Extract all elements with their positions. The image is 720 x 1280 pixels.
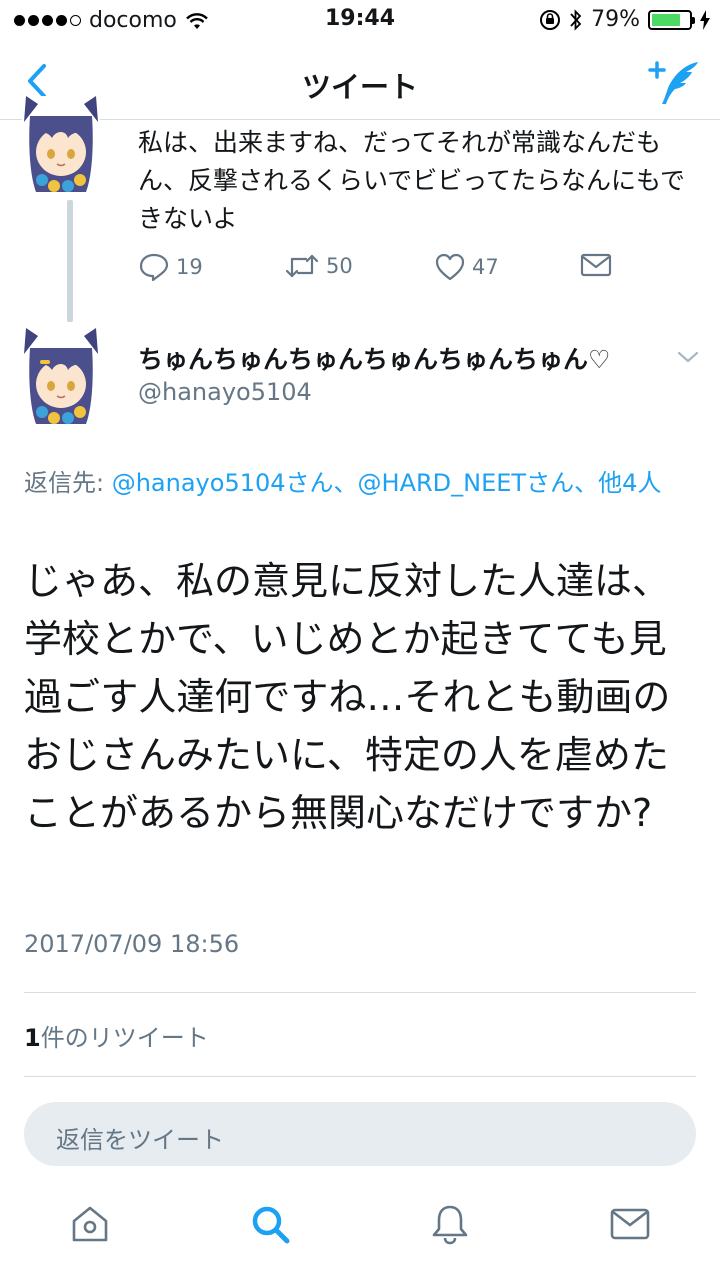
tab-bar xyxy=(0,1184,720,1280)
tweet-options-button[interactable] xyxy=(676,348,700,366)
search-icon xyxy=(252,1206,290,1244)
previous-tweet-avatar[interactable] xyxy=(22,96,100,196)
envelope-icon xyxy=(580,253,612,277)
reply-count: 19 xyxy=(176,255,203,279)
reply-button[interactable]: 19 xyxy=(138,252,203,282)
status-right: 79% xyxy=(539,7,710,32)
messages-icon xyxy=(610,1208,650,1240)
like-button[interactable]: 47 xyxy=(434,252,499,282)
reply-to-line: 返信先: @hanayo5104さん、@HARD_NEETさん、他4人 xyxy=(24,464,694,502)
compose-tweet-icon xyxy=(648,61,698,104)
tab-notifications[interactable] xyxy=(428,1202,472,1246)
battery-level xyxy=(652,13,681,26)
retweet-count-link[interactable]: 1件のリツイート xyxy=(24,1018,209,1053)
reply-to-others-link[interactable]: 、他4人 xyxy=(574,469,661,497)
author-handle[interactable]: @hanayo5104 xyxy=(138,378,312,406)
author-display-name[interactable]: ちゅんちゅんちゅんちゅんちゅんちゅん♡ xyxy=(138,340,610,376)
divider xyxy=(24,1076,696,1077)
status-bar: docomo 19:44 79% xyxy=(0,0,720,40)
heart-icon xyxy=(435,253,465,281)
page-title: ツイート xyxy=(301,70,418,104)
charging-icon xyxy=(700,9,710,30)
reply-to-user-link[interactable]: @hanayo5104さん xyxy=(112,469,334,497)
chevron-down-icon xyxy=(677,351,699,363)
reply-input[interactable]: 返信をツイート xyxy=(24,1102,696,1166)
battery-percent: 79% xyxy=(591,7,640,32)
retweet-button[interactable]: 50 xyxy=(284,252,353,280)
previous-tweet-text: 私は、出来ますね、だってそれが常識なんだもん、反撃されるくらいでビビってたらなん… xyxy=(138,128,686,233)
home-icon xyxy=(72,1206,108,1242)
reply-to-user-link[interactable]: @HARD_NEETさん xyxy=(358,469,575,497)
bluetooth-icon xyxy=(570,8,582,31)
tweet-timestamp: 2017/07/09 18:56 xyxy=(24,930,240,958)
tweet-text: じゃあ、私の意見に反対した人達は、学校とかで、いじめとか起きてても見過ごす人達何… xyxy=(24,559,671,835)
thread-line xyxy=(67,200,73,322)
divider xyxy=(24,992,696,993)
nav-bar: ツイート xyxy=(0,44,720,120)
reply-icon xyxy=(139,253,169,282)
previous-tweet-actions: 19 50 47 xyxy=(138,252,638,292)
tab-messages[interactable] xyxy=(608,1202,652,1246)
retweet-count-label: 件のリツイート xyxy=(40,1024,209,1052)
battery-icon xyxy=(648,9,695,30)
notifications-icon xyxy=(432,1205,468,1245)
retweet-icon xyxy=(285,254,319,278)
direct-message-button[interactable] xyxy=(580,252,612,278)
compose-button[interactable] xyxy=(646,56,702,108)
retweet-count-number: 1 xyxy=(24,1024,41,1052)
reply-to-prefix: 返信先: xyxy=(24,469,112,497)
author-avatar[interactable] xyxy=(22,326,100,428)
tab-home[interactable] xyxy=(68,1202,112,1246)
reply-input-placeholder: 返信をツイート xyxy=(56,1126,224,1154)
retweet-count: 50 xyxy=(326,254,353,278)
orientation-lock-icon xyxy=(540,9,561,30)
like-count: 47 xyxy=(472,255,499,279)
tab-search[interactable] xyxy=(248,1202,292,1246)
reply-to-separator: 、 xyxy=(333,469,358,497)
